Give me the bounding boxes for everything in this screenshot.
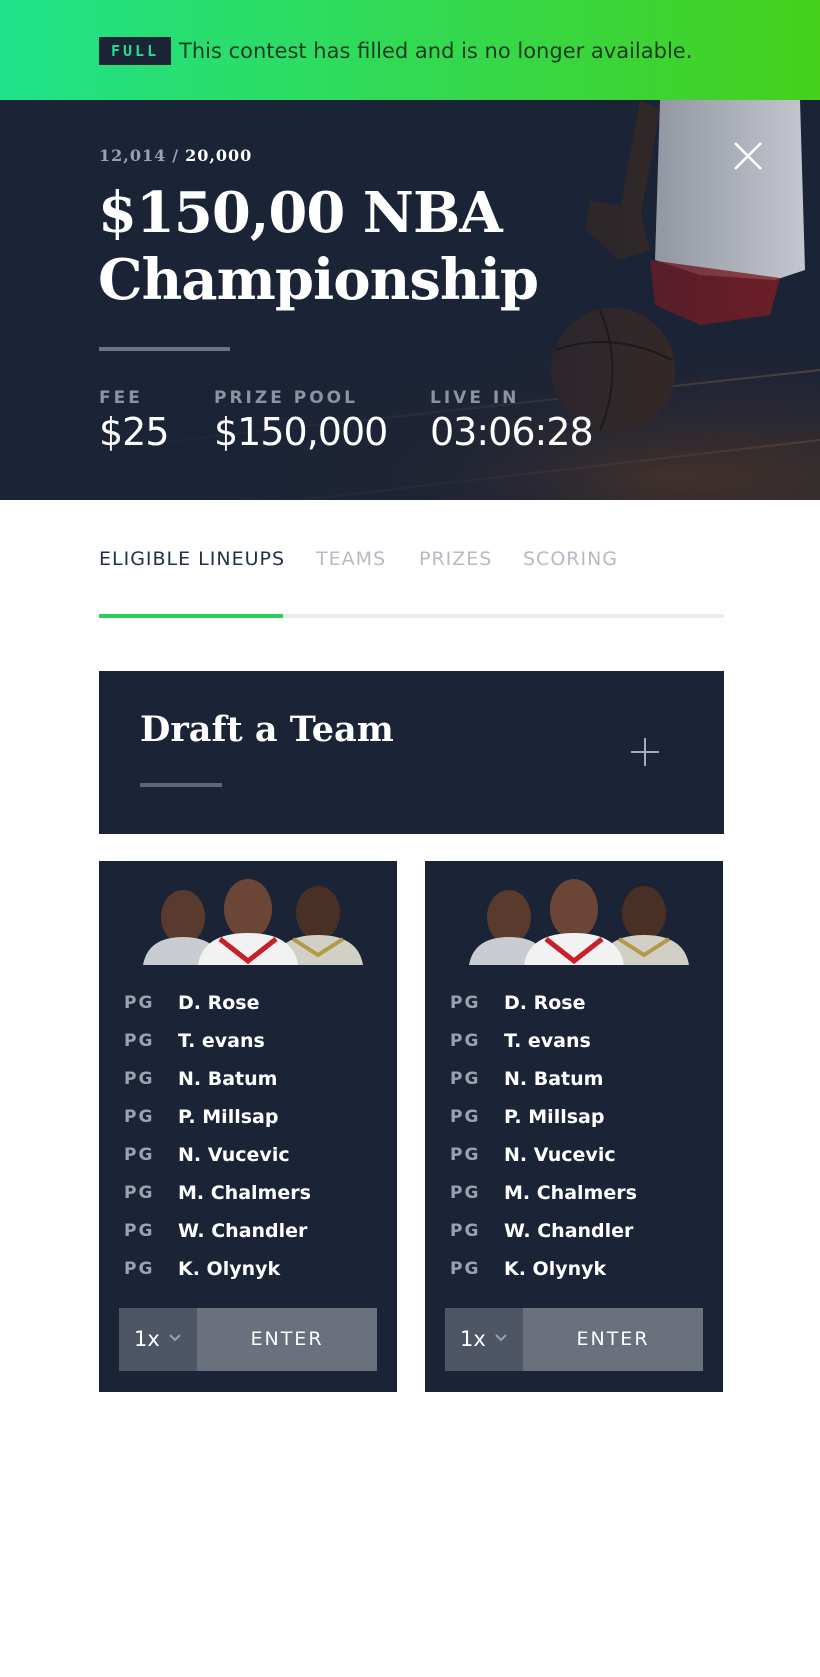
full-badge: FULL bbox=[99, 37, 172, 65]
player-name: W. Chandler bbox=[504, 1220, 634, 1242]
title-divider bbox=[99, 347, 230, 351]
player-row: PG N. Batum bbox=[425, 1068, 723, 1106]
stat-fee: FEE $25 bbox=[99, 388, 170, 454]
stat-label: PRIZE POOL bbox=[214, 388, 358, 408]
player-row: PG N. Batum bbox=[99, 1068, 397, 1106]
player-name: D. Rose bbox=[504, 992, 586, 1014]
player-position: PG bbox=[450, 1107, 481, 1127]
player-row: PG K. Olynyk bbox=[99, 1258, 397, 1296]
player-list: PG D. Rose PG T. evans PG N. Batum PG P. Mil… bbox=[425, 992, 723, 1296]
player-position: PG bbox=[124, 1031, 155, 1051]
player-position: PG bbox=[450, 1221, 481, 1241]
lineup-card: PG D. Rose PG T. evans PG N. Batum PG P. Mil… bbox=[99, 861, 397, 1392]
player-position: PG bbox=[124, 1069, 155, 1089]
player-name: K. Olynyk bbox=[504, 1258, 607, 1280]
multiplier-select[interactable]: 1x bbox=[119, 1308, 197, 1371]
tab-prizes[interactable]: PRIZES bbox=[419, 548, 492, 570]
player-position: PG bbox=[450, 1183, 481, 1203]
player-name: M. Chalmers bbox=[178, 1182, 311, 1204]
draft-team-card[interactable]: Draft a Team bbox=[99, 671, 724, 834]
player-position: PG bbox=[450, 1069, 481, 1089]
stat-label: LIVE IN bbox=[430, 388, 520, 408]
player-name: N. Vucevic bbox=[178, 1144, 290, 1166]
multiplier-value: 1x bbox=[134, 1327, 160, 1351]
player-photo-center bbox=[198, 879, 298, 965]
player-row: PG M. Chalmers bbox=[425, 1182, 723, 1220]
plus-icon[interactable] bbox=[630, 737, 660, 767]
player-photos bbox=[143, 879, 363, 965]
player-name: N. Batum bbox=[178, 1068, 278, 1090]
lineup-card: PG D. Rose PG T. evans PG N. Batum PG P. Mil… bbox=[425, 861, 723, 1392]
entry-count: 12,014 / 20,000 bbox=[99, 146, 252, 165]
tab-teams[interactable]: TEAMS bbox=[316, 548, 386, 570]
enter-button[interactable]: ENTER bbox=[197, 1308, 377, 1371]
enter-button[interactable]: ENTER bbox=[523, 1308, 703, 1371]
player-row: PG N. Vucevic bbox=[425, 1144, 723, 1182]
player-position: PG bbox=[124, 1259, 155, 1279]
player-photos bbox=[469, 879, 689, 965]
player-row: PG P. Millsap bbox=[425, 1106, 723, 1144]
banner-message: This contest has filled and is no longer… bbox=[179, 39, 693, 63]
stat-value: $150,000 bbox=[214, 410, 388, 454]
tab-bar: ELIGIBLE LINEUPS TEAMS PRIZES SCORING bbox=[99, 548, 724, 620]
player-row: PG P. Millsap bbox=[99, 1106, 397, 1144]
player-row: PG M. Chalmers bbox=[99, 1182, 397, 1220]
player-row: PG N. Vucevic bbox=[99, 1144, 397, 1182]
player-position: PG bbox=[450, 993, 481, 1013]
player-position: PG bbox=[450, 1259, 481, 1279]
player-photo-center bbox=[524, 879, 624, 965]
tab-active-indicator bbox=[99, 614, 283, 618]
entries-separator: / bbox=[172, 146, 180, 165]
stat-prize-pool: PRIZE POOL $150,000 bbox=[214, 388, 388, 454]
player-row: PG T. evans bbox=[425, 1030, 723, 1068]
chevron-down-icon bbox=[169, 1334, 181, 1342]
player-name: N. Vucevic bbox=[504, 1144, 616, 1166]
player-name: D. Rose bbox=[178, 992, 260, 1014]
player-position: PG bbox=[450, 1145, 481, 1165]
player-name: P. Millsap bbox=[178, 1106, 279, 1128]
player-position: PG bbox=[124, 993, 155, 1013]
stat-value: 03:06:28 bbox=[430, 410, 594, 454]
player-position: PG bbox=[124, 1221, 155, 1241]
player-row: PG W. Chandler bbox=[99, 1220, 397, 1258]
player-row: PG T. evans bbox=[99, 1030, 397, 1068]
tab-eligible-lineups[interactable]: ELIGIBLE LINEUPS bbox=[99, 548, 285, 570]
draft-divider bbox=[140, 783, 222, 787]
multiplier-value: 1x bbox=[460, 1327, 486, 1351]
chevron-down-icon bbox=[495, 1334, 507, 1342]
stat-value: $25 bbox=[99, 410, 170, 454]
player-position: PG bbox=[124, 1145, 155, 1165]
player-name: T. evans bbox=[178, 1030, 265, 1052]
close-icon[interactable] bbox=[733, 141, 763, 171]
player-row: PG D. Rose bbox=[425, 992, 723, 1030]
status-banner: FULL This contest has filled and is no l… bbox=[0, 0, 820, 100]
player-list: PG D. Rose PG T. evans PG N. Batum PG P. Mil… bbox=[99, 992, 397, 1296]
player-name: K. Olynyk bbox=[178, 1258, 281, 1280]
entries-current: 12,014 bbox=[99, 146, 167, 165]
stat-label: FEE bbox=[99, 388, 143, 408]
contest-title: $150,00 NBA Championship bbox=[98, 180, 539, 313]
player-position: PG bbox=[124, 1183, 155, 1203]
multiplier-select[interactable]: 1x bbox=[445, 1308, 523, 1371]
player-position: PG bbox=[450, 1031, 481, 1051]
player-row: PG K. Olynyk bbox=[425, 1258, 723, 1296]
tab-scoring[interactable]: SCORING bbox=[523, 548, 618, 570]
entries-total: 20,000 bbox=[185, 146, 253, 165]
player-row: PG D. Rose bbox=[99, 992, 397, 1030]
stat-live-in: LIVE IN 03:06:28 bbox=[430, 388, 594, 454]
draft-title: Draft a Team bbox=[140, 709, 394, 750]
player-name: N. Batum bbox=[504, 1068, 604, 1090]
player-name: T. evans bbox=[504, 1030, 591, 1052]
player-name: P. Millsap bbox=[504, 1106, 605, 1128]
player-name: W. Chandler bbox=[178, 1220, 308, 1242]
player-row: PG W. Chandler bbox=[425, 1220, 723, 1258]
player-position: PG bbox=[124, 1107, 155, 1127]
player-name: M. Chalmers bbox=[504, 1182, 637, 1204]
